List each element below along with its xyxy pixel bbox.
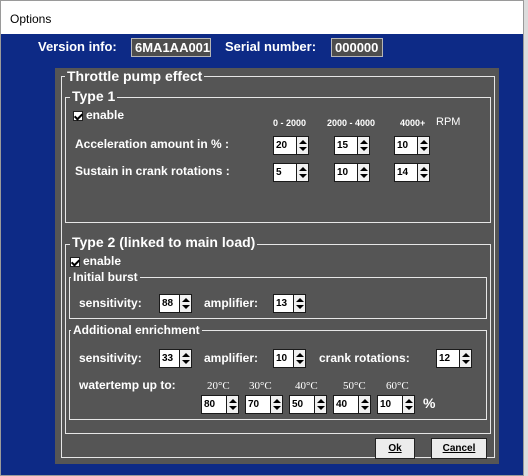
acceleration-2000-4000-spinner[interactable]: 15 [334, 136, 370, 155]
window-title: Options [10, 12, 52, 26]
type1-group [65, 97, 491, 223]
options-panel: Throttle pump effect Type 1 enable 0 - 2… [55, 68, 499, 464]
acceleration-4000plus-spinner[interactable]: 10 [394, 136, 430, 155]
burst-sensitivity-label: sensitivity: [79, 296, 142, 310]
spinner-value[interactable]: 5 [273, 163, 297, 182]
cancel-button[interactable]: Cancel [431, 438, 487, 459]
watertemp-30-spinner[interactable]: 70 [245, 395, 285, 414]
spinner-arrows-icon[interactable] [314, 395, 327, 414]
ok-button-label: Ok [388, 443, 402, 454]
spinner-value[interactable]: 33 [159, 349, 180, 368]
enrich-amplifier-spinner[interactable]: 10 [273, 349, 306, 368]
watertemp-50-spinner[interactable]: 40 [333, 395, 373, 414]
enrich-amplifier-label: amplifier: [204, 351, 259, 365]
serial-number-label: Serial number: [225, 39, 317, 54]
type1-enable-checkbox[interactable] [73, 111, 83, 121]
spinner-value[interactable]: 10 [273, 349, 294, 368]
watertemp-20-spinner[interactable]: 80 [201, 395, 241, 414]
enrich-crank-spinner[interactable]: 12 [436, 349, 474, 368]
spinner-arrows-icon[interactable] [296, 163, 309, 182]
rpm-label: RPM [436, 116, 461, 128]
watertemp-60-spinner[interactable]: 10 [377, 395, 417, 414]
spinner-value[interactable]: 12 [436, 349, 460, 368]
enrich-sensitivity-spinner[interactable]: 33 [159, 349, 192, 368]
spinner-arrows-icon[interactable] [417, 163, 430, 182]
type1-enable-label: enable [86, 108, 125, 122]
initial-burst-title: Initial burst [71, 270, 140, 284]
spinner-arrows-icon[interactable] [402, 395, 415, 414]
burst-amplifier-spinner[interactable]: 13 [273, 294, 306, 313]
options-window: Options Version info: 6MA1AA001 Serial n… [0, 0, 524, 476]
temp-header-30: 30°C [249, 380, 272, 392]
spinner-arrows-icon[interactable] [358, 395, 371, 414]
sustain-0-2000-spinner[interactable]: 5 [273, 163, 309, 182]
spinner-arrows-icon[interactable] [293, 294, 306, 313]
version-info-value: 6MA1AA001 [131, 38, 211, 57]
sustain-2000-4000-spinner[interactable]: 10 [334, 163, 370, 182]
spinner-value[interactable]: 14 [394, 163, 418, 182]
spinner-value[interactable]: 88 [159, 294, 180, 313]
spinner-arrows-icon[interactable] [293, 349, 306, 368]
spinner-arrows-icon[interactable] [357, 136, 370, 155]
spinner-value[interactable]: 15 [334, 136, 358, 155]
spinner-value[interactable]: 20 [273, 136, 297, 155]
spinner-value[interactable]: 13 [273, 294, 294, 313]
enrich-sensitivity-label: sensitivity: [79, 351, 142, 365]
temp-header-40: 40°C [295, 380, 318, 392]
spinner-arrows-icon[interactable] [357, 163, 370, 182]
ok-button[interactable]: Ok [375, 438, 415, 459]
temp-header-20: 20°C [207, 380, 230, 392]
acceleration-label: Acceleration amount in % : [75, 137, 230, 151]
spinner-value[interactable]: 50 [289, 395, 315, 414]
watertemp-label: watertemp up to: [79, 378, 176, 392]
options-client: Version info: 6MA1AA001 Serial number: 0… [1, 34, 523, 475]
serial-number-value: 000000 [331, 38, 383, 57]
spinner-arrows-icon[interactable] [226, 395, 239, 414]
burst-amplifier-label: amplifier: [204, 296, 259, 310]
spinner-value[interactable]: 40 [333, 395, 359, 414]
rpm-range-header-3: 4000+ [400, 118, 426, 128]
spinner-arrows-icon[interactable] [296, 136, 309, 155]
version-info-label: Version info: [38, 39, 117, 54]
throttle-pump-title: Throttle pump effect [65, 68, 205, 84]
type2-title: Type 2 (linked to main load) [70, 234, 258, 250]
type2-enable-label: enable [83, 254, 122, 268]
sustain-label: Sustain in crank rotations : [75, 164, 230, 178]
spinner-value[interactable]: 10 [377, 395, 403, 414]
spinner-arrows-icon[interactable] [270, 395, 283, 414]
spinner-value[interactable]: 10 [334, 163, 358, 182]
spinner-value[interactable]: 10 [394, 136, 418, 155]
enrich-crank-label: crank rotations: [319, 351, 410, 365]
additional-enrichment-title: Additional enrichment [71, 323, 202, 337]
rpm-range-header-1: 0 - 2000 [273, 118, 307, 128]
spinner-arrows-icon[interactable] [179, 294, 192, 313]
cancel-button-label: Cancel [442, 443, 476, 454]
type2-enable-checkbox[interactable] [70, 257, 80, 267]
sustain-4000plus-spinner[interactable]: 14 [394, 163, 430, 182]
temp-header-60: 60°C [386, 380, 409, 392]
burst-sensitivity-spinner[interactable]: 88 [159, 294, 192, 313]
spinner-value[interactable]: 70 [245, 395, 271, 414]
percent-label: % [423, 395, 436, 411]
acceleration-0-2000-spinner[interactable]: 20 [273, 136, 309, 155]
type1-title: Type 1 [70, 88, 118, 104]
spinner-arrows-icon[interactable] [179, 349, 192, 368]
title-bar: Options [1, 1, 523, 34]
spinner-arrows-icon[interactable] [459, 349, 472, 368]
spinner-arrows-icon[interactable] [417, 136, 430, 155]
spinner-value[interactable]: 80 [201, 395, 227, 414]
temp-header-50: 50°C [343, 380, 366, 392]
watertemp-40-spinner[interactable]: 50 [289, 395, 329, 414]
rpm-range-header-2: 2000 - 4000 [327, 118, 376, 128]
